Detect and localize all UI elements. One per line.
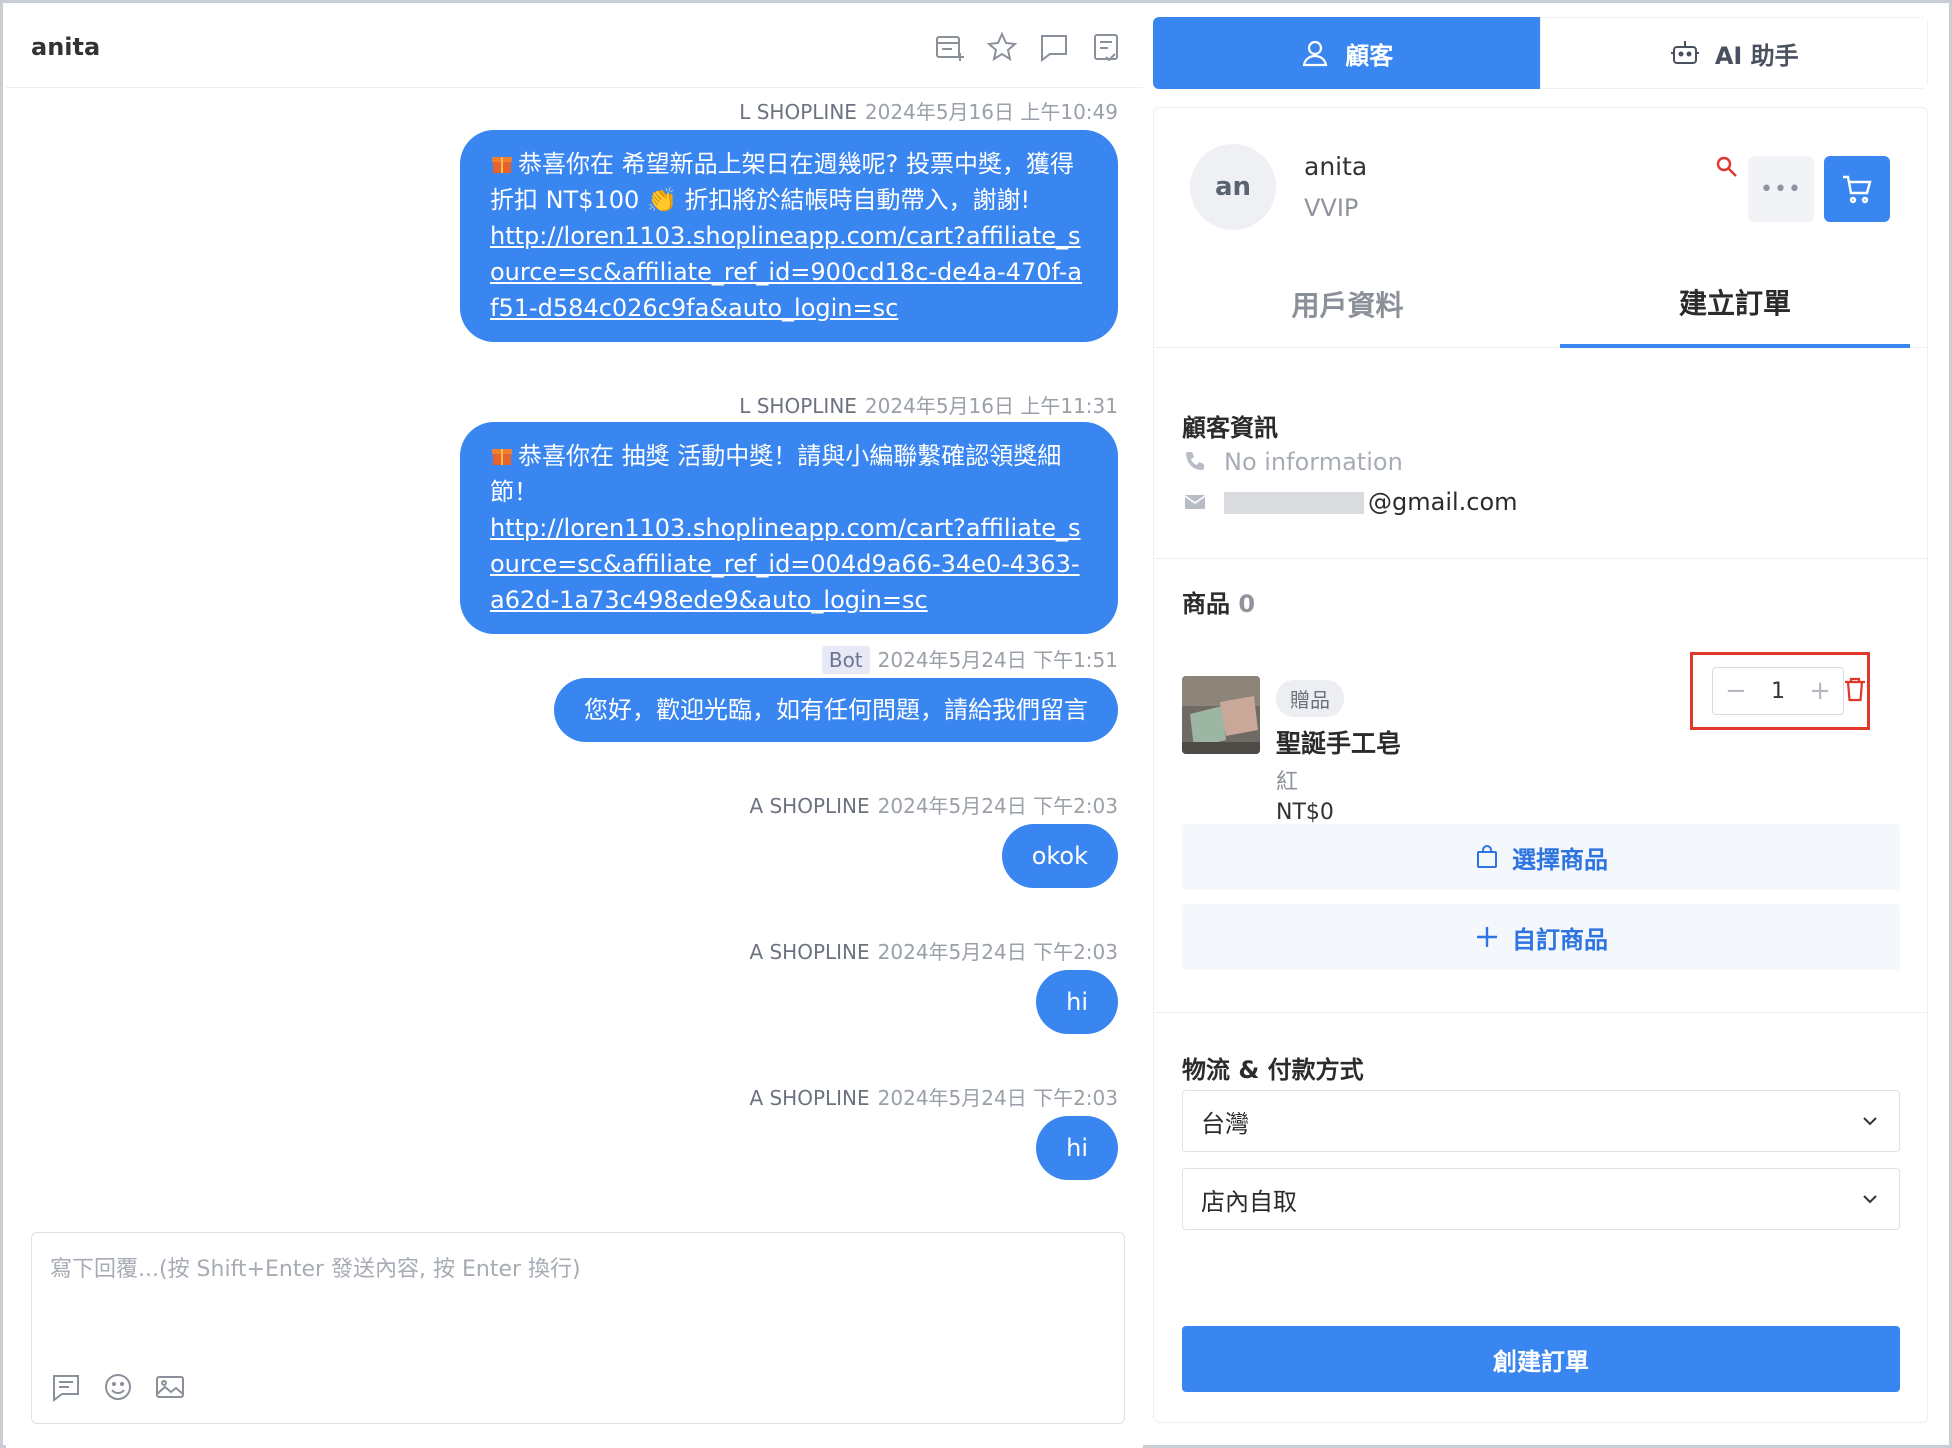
message-meta: A SHOPLINE 2024年5月24日 下午2:03 [749, 1086, 1118, 1110]
tab-user-profile[interactable]: 用戶資料 [1154, 260, 1541, 348]
reply-composer [31, 1232, 1125, 1424]
message-bubble: hi [1036, 970, 1118, 1034]
product-name: 聖誕手工皂 [1276, 729, 1402, 758]
message-bubble: hi [1036, 1116, 1118, 1180]
reply-input[interactable] [50, 1251, 1100, 1341]
message-bubble: 您好，歡迎光臨，如有任何問題，請給我們留言 [554, 678, 1118, 742]
message-meta: A SHOPLINE 2024年5月24日 下午2:03 [749, 940, 1118, 964]
sub-tabs: 用戶資料 建立訂單 [1154, 260, 1927, 348]
country-select[interactable]: 台灣 [1182, 1090, 1900, 1152]
create-order-button[interactable]: 創建訂單 [1182, 1326, 1900, 1392]
custom-product-label: 自訂商品 [1512, 925, 1608, 954]
redacted-block [1224, 492, 1364, 514]
message-text: okok [1031, 842, 1088, 870]
quantity-value[interactable]: 1 [1771, 679, 1785, 704]
message-meta: A SHOPLINE 2024年5月24日 下午2:03 [749, 794, 1118, 818]
message-link[interactable]: http://loren1103.shoplineapp.com/cart?af… [490, 222, 1082, 322]
custom-product-button[interactable]: 自訂商品 [1182, 904, 1900, 970]
phone-icon [1186, 452, 1204, 470]
chat-title: anita [31, 33, 101, 61]
delivery-select[interactable]: 店內自取 [1182, 1168, 1900, 1230]
divider [1154, 558, 1927, 559]
quantity-stepper: − 1 + [1712, 667, 1844, 715]
message-text: 恭喜你在 抽獎 活動中獎！請與小編聯繫確認領獎細節！ [490, 442, 1062, 506]
tab-customer-label: 顧客 [1345, 41, 1394, 70]
message-bubble: 恭喜你在 抽獎 活動中獎！請與小編聯繫確認領獎細節！ http://loren1… [460, 422, 1118, 634]
message-bubble: okok [1001, 824, 1118, 888]
chat-header: anita [6, 6, 1143, 88]
chat-panel: anita L SHOPLINE 2024年5月16日 上午10:49 恭喜你在… [6, 6, 1143, 1448]
plus-icon [1477, 927, 1497, 947]
divider [1154, 1012, 1927, 1013]
add-note-icon[interactable] [933, 30, 967, 64]
mail-icon [1184, 495, 1206, 509]
tab-ai-assistant[interactable]: AI 助手 [1539, 17, 1928, 89]
chevron-down-icon [1863, 1117, 1877, 1126]
quick-reply-icon[interactable] [50, 1371, 82, 1407]
more-button[interactable]: ••• [1748, 156, 1814, 222]
product-price: NT$0 [1276, 800, 1334, 825]
app-frame: anita L SHOPLINE 2024年5月16日 上午10:49 恭喜你在… [0, 0, 1952, 1448]
more-icon: ••• [1760, 176, 1802, 202]
product-variant: 紅 [1276, 770, 1299, 795]
increment-button[interactable]: + [1809, 678, 1831, 704]
phone-value: No information [1224, 448, 1403, 476]
product-image [1182, 676, 1260, 754]
decrement-button[interactable]: − [1725, 678, 1747, 704]
gift-icon [492, 157, 512, 173]
logistics-title: 物流 & 付款方式 [1182, 1056, 1364, 1084]
country-value: 台灣 [1201, 1109, 1249, 1138]
search-icon[interactable] [1714, 154, 1740, 180]
phone-row: No information [1182, 448, 1403, 476]
cart-icon [1843, 175, 1872, 204]
customer-level: VVIP [1304, 194, 1359, 222]
cart-button[interactable] [1824, 156, 1890, 222]
avatar: an [1190, 144, 1276, 230]
message-text: 您好，歡迎光臨，如有任何問題，請給我們留言 [584, 696, 1088, 724]
tab-ai-label: AI 助手 [1714, 41, 1799, 70]
choose-product-label: 選擇商品 [1512, 845, 1608, 874]
products-count: 0 [1238, 590, 1256, 618]
choose-product-button[interactable]: 選擇商品 [1182, 824, 1900, 890]
emoji-icon[interactable] [102, 1371, 134, 1407]
products-title: 商品 0 [1182, 590, 1256, 618]
gift-icon [492, 449, 512, 465]
chevron-down-icon [1863, 1195, 1877, 1204]
message-meta: L SHOPLINE 2024年5月16日 上午10:49 [739, 100, 1118, 124]
tab-customer[interactable]: 顧客 [1153, 17, 1540, 89]
message-text: 恭喜你在 希望新品上架日在週幾呢? 投票中獎，獲得折扣 NT$100 👏 折扣將… [490, 150, 1074, 214]
tab-create-order[interactable]: 建立訂單 [1560, 260, 1910, 348]
panel-tabs: 顧客 AI 助手 [1153, 17, 1928, 89]
image-icon[interactable] [154, 1371, 186, 1407]
email-value: @gmail.com [1224, 488, 1518, 516]
message-text: hi [1066, 1134, 1088, 1162]
bot-tag: Bot [821, 646, 870, 674]
customer-info-title: 顧客資訊 [1182, 414, 1278, 442]
message-bubble: 恭喜你在 希望新品上架日在週幾呢? 投票中獎，獲得折扣 NT$100 👏 折扣將… [460, 130, 1118, 342]
comment-icon[interactable] [1037, 30, 1071, 64]
message-list: L SHOPLINE 2024年5月16日 上午10:49 恭喜你在 希望新品上架… [6, 88, 1143, 1228]
delivery-value: 店內自取 [1201, 1187, 1297, 1216]
customer-name: anita [1304, 152, 1368, 181]
message-meta: L SHOPLINE 2024年5月16日 上午11:31 [739, 394, 1118, 418]
message-text: hi [1066, 988, 1088, 1016]
trash-icon[interactable] [1840, 674, 1870, 704]
email-row: @gmail.com [1182, 488, 1518, 516]
robot-icon [1670, 41, 1699, 64]
star-icon[interactable] [985, 30, 1019, 64]
shopping-bag-icon [1477, 845, 1497, 868]
gift-badge: 贈品 [1276, 680, 1344, 717]
message-meta: Bot 2024年5月24日 下午1:51 [821, 644, 1118, 674]
user-icon [1302, 40, 1328, 67]
message-link[interactable]: http://loren1103.shoplineapp.com/cart?af… [490, 514, 1081, 614]
notes-icon[interactable] [1089, 30, 1123, 64]
customer-panel: an anita VVIP ••• 用戶資料 建立訂單 顧客資訊 No info… [1153, 107, 1928, 1423]
